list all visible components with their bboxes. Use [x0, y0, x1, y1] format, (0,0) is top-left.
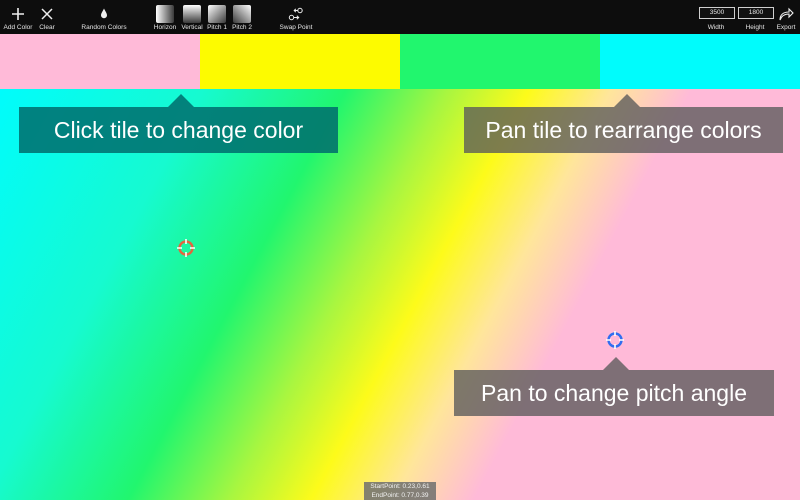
horizon-label: Horizon — [153, 24, 177, 31]
start-point-text: StartPoint: 0.23,0.61 — [370, 483, 430, 490]
vertical-button[interactable]: Vertical — [179, 4, 205, 31]
swap-point-button[interactable]: Swap Point — [278, 4, 314, 31]
add-color-label: Add Color — [3, 24, 33, 31]
horizon-button[interactable]: Horizon — [152, 4, 178, 31]
height-label: Height — [745, 24, 765, 31]
drop-icon — [79, 4, 129, 23]
export-button[interactable]: Export — [774, 4, 798, 31]
gradient-points-status: StartPoint: 0.23,0.61 EndPoint: 0.77,0.3… — [364, 482, 436, 500]
tooltip-arrow — [168, 94, 194, 107]
clear-button[interactable]: Clear — [35, 4, 59, 31]
end-point-handle[interactable] — [606, 331, 624, 349]
tooltip-arrow — [614, 94, 640, 107]
export-label: Export — [776, 24, 796, 31]
color-tile-4[interactable] — [600, 34, 800, 89]
random-colors-label: Random Colors — [81, 24, 127, 31]
color-tile-2[interactable] — [200, 34, 400, 89]
clear-label: Clear — [39, 24, 55, 31]
pitch1-button[interactable]: Pitch 1 — [205, 4, 229, 31]
tooltip-pitch: Pan to change pitch angle — [454, 370, 774, 416]
crosshair-icon — [606, 331, 624, 349]
pitch2-gradient-icon — [233, 4, 251, 23]
color-tile-1[interactable] — [0, 34, 200, 89]
pitch1-label: Pitch 1 — [207, 24, 227, 31]
width-label: Width — [707, 24, 725, 31]
start-point-handle[interactable] — [177, 239, 195, 257]
plus-icon — [3, 4, 33, 23]
tooltip-rearrange: Pan tile to rearrange colors — [464, 107, 783, 153]
close-icon — [35, 4, 59, 23]
color-tile-3[interactable] — [400, 34, 600, 89]
toolbar: Add Color Clear Random Colors Horizon Ve… — [0, 0, 800, 34]
tooltip-tile-color: Click tile to change color — [19, 107, 338, 153]
tooltip-arrow — [603, 357, 629, 370]
pitch2-button[interactable]: Pitch 2 — [230, 4, 254, 31]
swap-point-label: Swap Point — [279, 24, 313, 31]
width-input[interactable]: 3500 — [699, 7, 735, 19]
vertical-label: Vertical — [181, 24, 203, 31]
height-input[interactable]: 1800 — [738, 7, 774, 19]
add-color-button[interactable]: Add Color — [3, 4, 33, 31]
export-icon — [774, 4, 798, 23]
horizon-gradient-icon — [156, 4, 174, 23]
vertical-gradient-icon — [183, 4, 201, 23]
pitch2-label: Pitch 2 — [232, 24, 252, 31]
crosshair-icon — [177, 239, 195, 257]
end-point-text: EndPoint: 0.77,0.39 — [371, 491, 429, 499]
pitch1-gradient-icon — [208, 4, 226, 23]
random-colors-button[interactable]: Random Colors — [79, 4, 129, 31]
color-tiles — [0, 34, 800, 89]
swap-icon — [278, 4, 314, 23]
